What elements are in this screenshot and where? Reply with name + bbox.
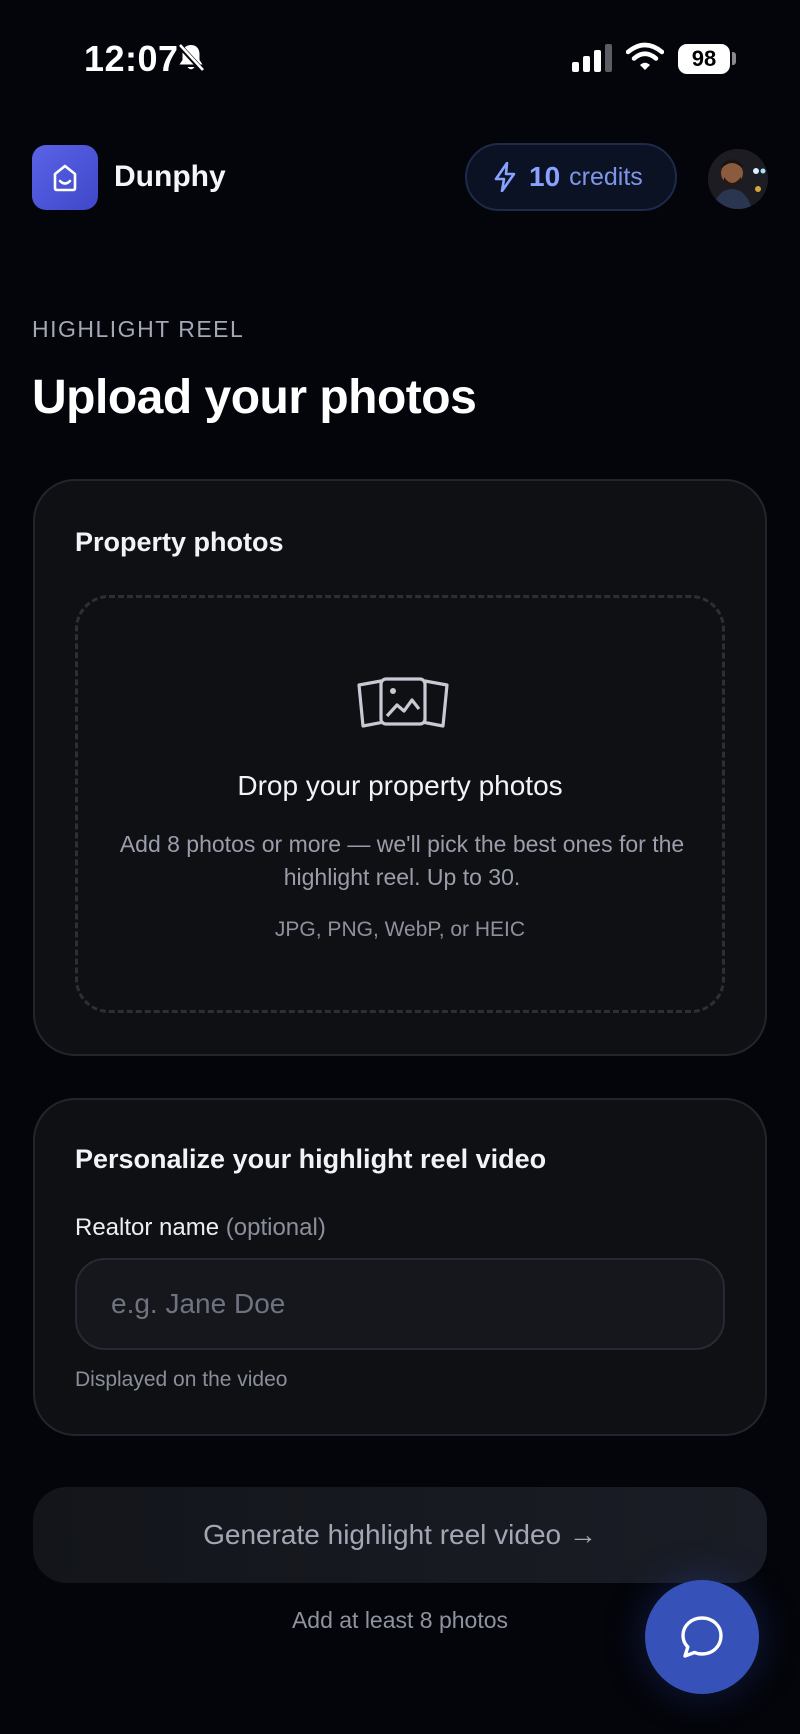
personalize-card: Personalize your highlight reel video Re… — [33, 1098, 767, 1436]
accepted-formats: JPG, PNG, WebP, or HEIC — [274, 918, 526, 941]
personalize-title: Personalize your highlight reel video — [75, 1144, 547, 1174]
photos-icon — [357, 677, 449, 728]
photo-dropzone[interactable]: Drop your property photos Add 8 photos o… — [75, 595, 725, 1013]
app-logo[interactable] — [32, 145, 98, 210]
generate-video-button[interactable]: Generate highlight reel video → — [33, 1487, 767, 1583]
realtor-name-label-text: Realtor name — [75, 1214, 220, 1241]
battery-cap — [732, 52, 736, 65]
credits-count: 10 — [529, 161, 561, 192]
avatar-image — [708, 149, 768, 209]
signal-icon — [572, 44, 612, 72]
avatar[interactable] — [708, 149, 768, 209]
credits-label: credits — [569, 162, 643, 191]
smile-logo-icon — [53, 164, 77, 191]
optional-tag: (optional) — [225, 1214, 326, 1241]
credits-button[interactable]: 10 credits — [465, 143, 677, 211]
section-eyebrow: HIGHLIGHT REEL — [32, 316, 245, 342]
dropzone-title: Drop your property photos — [237, 770, 563, 801]
bolt-icon — [494, 162, 516, 192]
property-photos-card: Property photos Drop your property photo… — [33, 479, 767, 1056]
upload-page: 12:07 98 Dunphy 10 credits HIGHLIGHT REE… — [0, 0, 800, 1734]
realtor-name-label: Realtor name (optional) — [75, 1214, 326, 1242]
realtor-name-hint: Displayed on the video — [75, 1368, 288, 1391]
status-time: 12:07 — [84, 38, 179, 79]
chat-button[interactable] — [645, 1580, 759, 1694]
property-photos-title: Property photos — [75, 527, 284, 557]
brand-name: Dunphy — [114, 160, 226, 193]
bell-slash-icon — [177, 43, 205, 73]
chat-bubble-icon — [681, 1616, 723, 1658]
page-title: Upload your photos — [32, 371, 477, 424]
status-bar: 12:07 98 — [0, 0, 800, 118]
dropzone-description: Add 8 photos or more — we'll pick the be… — [119, 831, 685, 890]
realtor-name-input[interactable] — [75, 1258, 725, 1350]
battery-icon: 98 — [678, 44, 730, 74]
wifi-icon — [626, 42, 664, 70]
